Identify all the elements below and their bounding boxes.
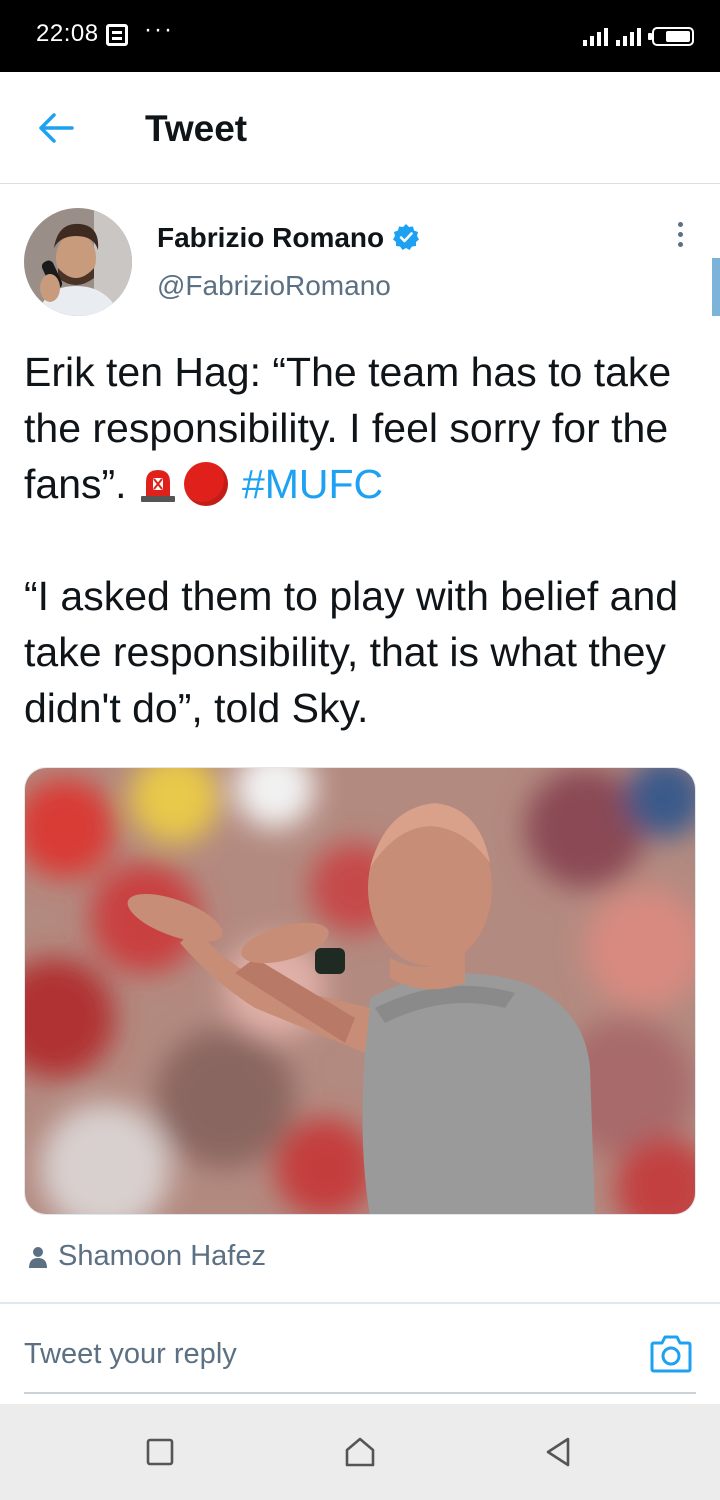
scrollbar[interactable]	[712, 258, 720, 316]
avatar[interactable]	[24, 208, 132, 316]
recents-square-icon[interactable]	[142, 1434, 178, 1470]
camera-icon[interactable]	[649, 1333, 693, 1375]
signal-icon	[583, 26, 608, 46]
tweet-photo[interactable]	[24, 767, 696, 1215]
tweet-paragraph-2: “I asked them to play with belief and ta…	[24, 573, 679, 731]
back-arrow-icon[interactable]	[34, 106, 78, 150]
tweet-paragraph-1: Erik ten Hag: “The team has to take the …	[24, 344, 704, 512]
hashtag-link[interactable]: #MUFC	[242, 461, 383, 507]
reply-underline	[24, 1392, 696, 1394]
back-triangle-icon[interactable]	[540, 1434, 576, 1470]
more-options-icon[interactable]	[670, 222, 690, 262]
person-icon	[29, 1246, 47, 1268]
home-icon[interactable]	[342, 1434, 378, 1470]
signal-icon-2	[616, 26, 641, 46]
author-handle[interactable]: @FabrizioRomano	[157, 270, 391, 302]
page-title: Tweet	[145, 108, 248, 149]
reply-input[interactable]: Tweet your reply	[24, 1338, 237, 1371]
more-notifications-icon: ···	[144, 16, 174, 43]
top-bar: Tweet	[0, 72, 720, 184]
battery-icon	[648, 27, 694, 46]
tweet-text: Erik ten Hag: “The team has to take the …	[24, 344, 704, 736]
red-circle-emoji-icon	[183, 462, 228, 506]
author-name[interactable]: Fabrizio Romano	[157, 222, 384, 254]
photo-credit-name: Shamoon Hafez	[58, 1240, 266, 1272]
verified-badge-icon	[393, 224, 419, 250]
status-time: 22:08	[36, 20, 99, 47]
status-bar: 22:08 ···	[0, 0, 720, 72]
notification-icon	[106, 24, 128, 46]
photo-credit[interactable]: Shamoon Hafez	[28, 1240, 266, 1273]
siren-emoji-icon	[140, 470, 175, 502]
system-nav-bar	[0, 1404, 720, 1500]
divider	[0, 1302, 720, 1304]
